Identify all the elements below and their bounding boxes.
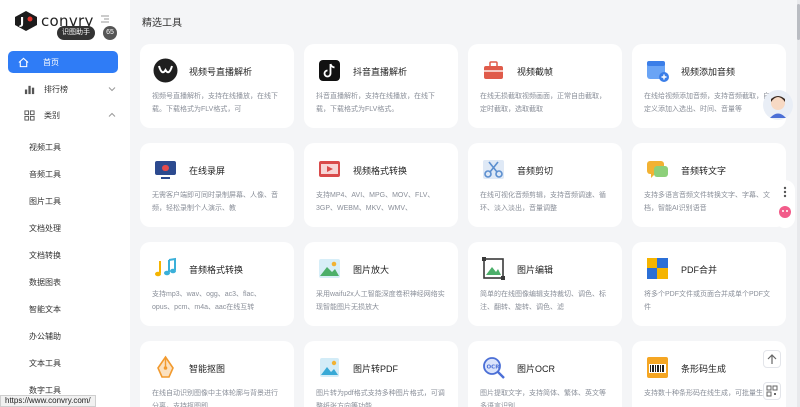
tool-card-pdf-merge[interactable]: PDF合并 将多个PDF文件或页面合并成单个PDF文件 — [632, 242, 786, 326]
card-title: 智能抠图 — [189, 364, 226, 374]
sidebar-item-label: 类别 — [44, 110, 60, 120]
sidebar-subitem-document-conversion[interactable]: 文档转换 — [29, 250, 61, 261]
counter-badge[interactable]: 65 — [103, 26, 117, 40]
card-description: 在线可视化音频剪辑，支持音频调速、循环、淡入淡出，音量调整 — [480, 192, 606, 212]
ocr-icon: OCR — [483, 357, 505, 379]
arrow-up-icon — [767, 354, 777, 364]
card-description: 在线无损截取视频画面，正常自由截取，定时截取，选取截取 — [480, 93, 606, 113]
barcode-icon — [647, 357, 668, 378]
tool-card-image-enlarge[interactable]: 图片放大 采用waifu2x人工智能深度卷积神经网络实现智能图片无损放大 — [304, 242, 458, 326]
image-edit-icon — [482, 257, 505, 280]
card-title: 音频剪切 — [517, 166, 554, 176]
tool-card-video-frame-capture[interactable]: 视频截帧 在线无损截取视频画面，正常自由截取，定时截取，选取截取 — [468, 44, 622, 128]
svg-text:OCR: OCR — [487, 365, 501, 371]
card-description: 支持数十种条形码在线生成，可批量生成 — [644, 390, 770, 397]
tool-card-audio-to-text[interactable]: 音频转文字 支持多语言音频文件转换文字、字幕、文档，智能AI识别语音 — [632, 143, 786, 227]
card-title: 在线录屏 — [189, 166, 226, 176]
grid-icon — [24, 109, 35, 121]
reader-tag[interactable]: 识图助手 — [57, 26, 95, 40]
card-description: 图片提取文字，支持简体、繁体、英文等多语言识别 — [480, 390, 606, 407]
tool-card-audio-format-convert[interactable]: 音频格式转换 支持mp3、wav、ogg、ac3、flac、opus、pcm、m… — [140, 242, 294, 326]
sidebar-subitem-text-tools[interactable]: 文本工具 — [29, 358, 61, 369]
tool-card-video-format-convert[interactable]: 视频格式转换 支持MP4、AVI、MPG、MOV、FLV、3GP、WEBM、MK… — [304, 143, 458, 227]
more-options-icon[interactable] — [775, 180, 795, 228]
card-description: 在线自动识别图像中主体轮廓与背景进行分离，支持抠图即 — [152, 390, 278, 407]
card-description: 抖音直播解析，支持在线播放，在线下载，下载格式为FLV格式。 — [316, 93, 435, 113]
tool-card-screen-record[interactable]: 在线录屏 无需客户端即可同时录制屏幕、人像、音频，轻松录制个人演示、教 — [140, 143, 294, 227]
sidebar-item-label: 首页 — [43, 57, 59, 67]
music-note-icon — [155, 257, 176, 277]
card-description: 支持多语言音频文件转换文字、字幕、文档，智能AI识别语音 — [644, 192, 770, 212]
qr-code-icon — [766, 385, 778, 397]
sidebar-subitem-document-processing[interactable]: 文档处理 — [29, 223, 61, 234]
screen-record-icon — [155, 161, 176, 179]
tool-card-smart-cutout[interactable]: 智能抠图 在线自动识别图像中主体轮廓与背景进行分离，支持抠图即 — [140, 341, 294, 407]
sidebar-subitem-audio-tools[interactable]: 音频工具 — [29, 169, 61, 180]
card-description: 将多个PDF文件或页面合并成单个PDF文件 — [644, 291, 770, 311]
sidebar-item-home[interactable]: 首页 — [8, 51, 118, 73]
sidebar-item-label: 排行榜 — [44, 84, 68, 94]
toolbox-icon — [484, 61, 503, 79]
sidebar-subitem-data-charts[interactable]: 数据图表 — [29, 277, 61, 288]
tool-card-video-live-parse[interactable]: 视频号直播解析 视频号直播解析，支持在线播放，在线下载。下载格式为FLV格式，可 — [140, 44, 294, 128]
card-title: 音频转文字 — [681, 166, 727, 176]
qr-code-button[interactable] — [763, 382, 781, 400]
sidebar-item-ranking[interactable]: 排行榜 — [8, 79, 118, 99]
tool-card-image-edit[interactable]: 图片编辑 简单的在线图像编辑支持裁切、调色、标注、翻转、旋转、调色、滤 — [468, 242, 622, 326]
avatar-icon — [770, 96, 786, 118]
card-title: 视频号直播解析 — [189, 67, 253, 77]
pdf-merge-icon — [647, 258, 668, 279]
sidebar-item-category[interactable]: 类别 — [8, 105, 118, 125]
chevron-down-icon — [108, 87, 116, 92]
card-description: 图片转为pdf格式支持多种图片格式，可调整纸张方向等功能 — [316, 390, 445, 407]
card-title: PDF合并 — [681, 265, 718, 275]
image-zoom-icon — [319, 259, 340, 278]
scissors-icon — [483, 160, 504, 179]
pen-tool-icon — [157, 355, 174, 378]
tiktok-icon — [319, 60, 340, 81]
sidebar-subitem-image-tools[interactable]: 图片工具 — [29, 196, 61, 207]
ranking-icon — [24, 85, 35, 94]
tool-card-audio-cut[interactable]: 音频剪切 在线可视化音频剪辑，支持音频调速、循环、淡入淡出，音量调整 — [468, 143, 622, 227]
card-description: 支持mp3、wav、ogg、ac3、flac、opus、pcm、m4a、aac在… — [152, 291, 261, 311]
page-title: 精选工具 — [142, 18, 182, 29]
calendar-add-icon — [647, 61, 669, 82]
tool-card-image-to-pdf[interactable]: 图片转PDF 图片转为pdf格式支持多种图片格式，可调整纸张方向等功能 — [304, 341, 458, 407]
card-description: 在线给视频添加音频，支持音频截取，自定义添加入选出、时间、音量等 — [644, 93, 770, 113]
image-pdf-icon — [320, 358, 339, 377]
home-icon — [18, 57, 29, 67]
tool-card-douyin-live-parse[interactable]: 抖音直播解析 抖音直播解析，支持在线播放，在线下载，下载格式为FLV格式。 — [304, 44, 458, 128]
sidebar: J convry 识图助手 65 首页 排行榜 类别 视频工具 音频工具 图片工… — [0, 0, 130, 407]
card-title: 视频添加音频 — [681, 67, 736, 77]
card-title: 抖音直播解析 — [353, 67, 408, 77]
card-description: 简单的在线图像编辑支持裁切、调色、标注、翻转、旋转、调色、滤 — [480, 291, 606, 311]
convry-logo-icon: J — [15, 11, 37, 31]
card-title: 视频格式转换 — [353, 166, 408, 176]
svg-text:J: J — [19, 15, 24, 28]
sidebar-subitem-video-tools[interactable]: 视频工具 — [29, 142, 61, 153]
card-description: 支持MP4、AVI、MPG、MOV、FLV、3GP、WEBM、MKV、WMV、 — [316, 192, 435, 212]
assistant-avatar[interactable] — [763, 90, 793, 120]
video-player-icon — [319, 161, 340, 177]
card-description: 采用waifu2x人工智能深度卷积神经网络实现智能图片无损放大 — [316, 291, 445, 311]
card-description: 视频号直播解析，支持在线播放，在线下载。下载格式为FLV格式，可 — [152, 93, 278, 113]
card-title: 图片转PDF — [353, 364, 399, 374]
sidebar-subitem-smart-text[interactable]: 智能文本 — [29, 304, 61, 315]
card-title: 视频截帧 — [517, 67, 554, 77]
card-description: 无需客户端即可同时录制屏幕、人像、音频，轻松录制个人演示、教 — [152, 192, 278, 212]
chevron-up-icon — [108, 112, 116, 117]
card-title: 条形码生成 — [681, 364, 727, 374]
floating-toolbar — [775, 180, 795, 228]
card-title: 图片放大 — [353, 265, 390, 275]
menu-fold-icon[interactable] — [100, 14, 110, 24]
wechat-channels-icon — [153, 58, 178, 83]
card-title: 图片OCR — [517, 364, 555, 374]
card-title: 图片编辑 — [517, 265, 554, 275]
back-to-top-button[interactable] — [763, 350, 781, 368]
card-title: 音频格式转换 — [189, 265, 244, 275]
tool-card-image-ocr[interactable]: OCR 图片OCR 图片提取文字，支持简体、繁体、英文等多语言识别 — [468, 341, 622, 407]
sidebar-subitem-office-assist[interactable]: 办公辅助 — [29, 331, 61, 342]
chat-bubble-icon — [647, 161, 668, 178]
status-bar-url: https://www.convry.com/ — [0, 395, 96, 407]
